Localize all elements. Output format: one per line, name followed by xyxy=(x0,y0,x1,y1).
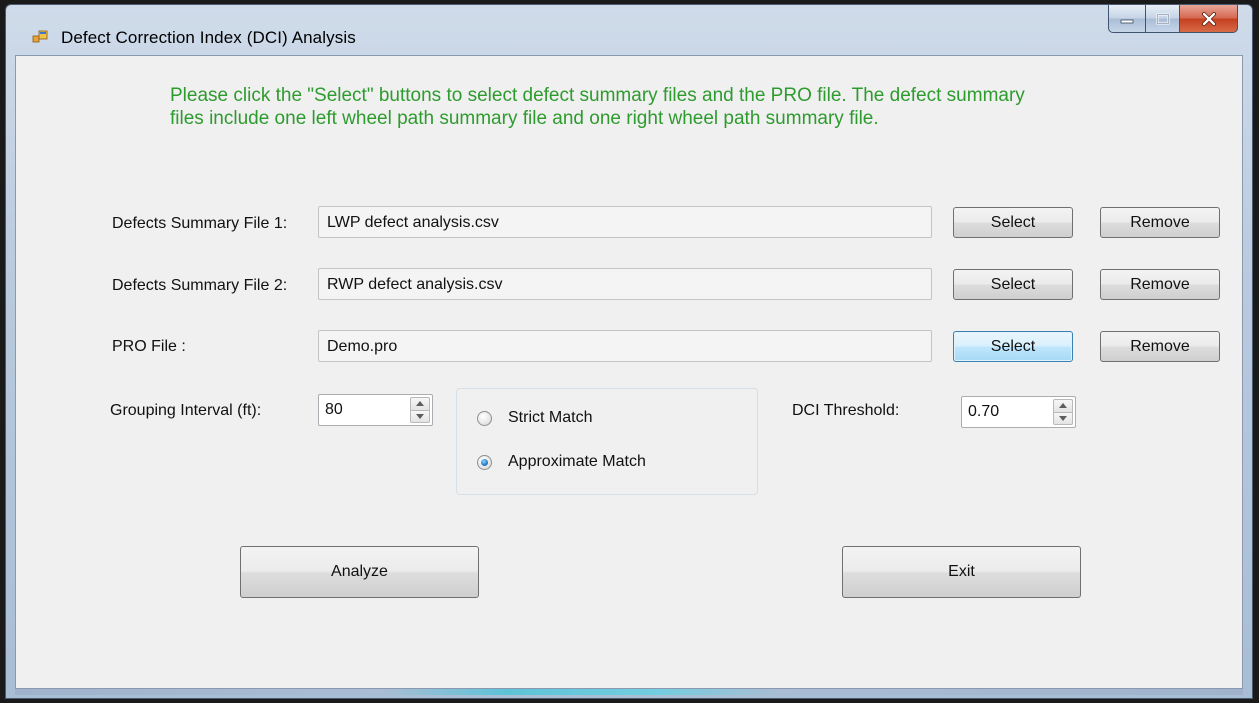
strict-match-label: Strict Match xyxy=(508,409,593,426)
strict-match-radio-circle[interactable] xyxy=(477,410,492,426)
minimize-button[interactable] xyxy=(1108,5,1146,33)
grouping-interval-stepper[interactable]: 80 xyxy=(318,394,433,426)
file2-select-button[interactable]: Select xyxy=(953,269,1073,300)
dialog-window: Defect Correction Index (DCI) Analysis P… xyxy=(5,4,1253,699)
spin-down-icon xyxy=(416,413,424,419)
maximize-icon xyxy=(1156,13,1169,24)
close-button[interactable] xyxy=(1180,5,1238,33)
file2-label: Defects Summary File 2: xyxy=(112,277,288,294)
spin-up-icon xyxy=(416,401,424,407)
file1-label: Defects Summary File 1: xyxy=(112,215,288,232)
dci-threshold-label: DCI Threshold: xyxy=(792,402,900,419)
dci-threshold-up-button[interactable] xyxy=(1053,399,1073,412)
spin-down-icon xyxy=(1059,415,1067,421)
dci-threshold-value: 0.70 xyxy=(968,403,1000,420)
grouping-interval-label: Grouping Interval (ft): xyxy=(110,402,262,419)
grouping-interval-spin-buttons xyxy=(410,397,430,423)
grouping-interval-up-button[interactable] xyxy=(410,397,430,410)
window-controls xyxy=(1108,5,1238,37)
file2-path-field[interactable]: RWP defect analysis.csv xyxy=(318,268,932,300)
title-bar[interactable]: Defect Correction Index (DCI) Analysis xyxy=(6,5,1252,57)
window-bottom-border xyxy=(15,689,1243,695)
exit-button[interactable]: Exit xyxy=(842,546,1081,598)
grouping-interval-down-button[interactable] xyxy=(410,409,430,423)
approximate-match-label: Approximate Match xyxy=(508,453,646,470)
instructions-text: Please click the "Select" buttons to sel… xyxy=(170,85,1025,129)
file1-path-field[interactable]: LWP defect analysis.csv xyxy=(318,206,932,238)
dialog-client-area: Please click the "Select" buttons to sel… xyxy=(15,55,1243,689)
minimize-icon xyxy=(1120,19,1134,23)
approximate-match-radio[interactable]: Approximate Match xyxy=(477,453,646,471)
window-title: Defect Correction Index (DCI) Analysis xyxy=(61,28,356,47)
spin-up-icon xyxy=(1059,403,1067,409)
pro-file-select-button[interactable]: Select xyxy=(953,331,1073,362)
pro-file-remove-button[interactable]: Remove xyxy=(1100,331,1220,362)
file1-remove-button[interactable]: Remove xyxy=(1100,207,1220,238)
file2-remove-button[interactable]: Remove xyxy=(1100,269,1220,300)
maximize-button[interactable] xyxy=(1146,5,1180,33)
approximate-match-radio-circle[interactable] xyxy=(477,454,492,470)
app-icon xyxy=(32,29,48,45)
dci-threshold-stepper[interactable]: 0.70 xyxy=(961,396,1076,428)
strict-match-radio[interactable]: Strict Match xyxy=(477,409,592,427)
dci-threshold-down-button[interactable] xyxy=(1053,411,1073,425)
pro-file-path-field[interactable]: Demo.pro xyxy=(318,330,932,362)
close-icon xyxy=(1201,11,1216,26)
pro-file-label: PRO File : xyxy=(112,338,186,355)
dci-threshold-spin-buttons xyxy=(1053,399,1073,425)
file1-select-button[interactable]: Select xyxy=(953,207,1073,238)
grouping-interval-value: 80 xyxy=(325,401,343,418)
match-mode-group: Strict Match Approximate Match xyxy=(456,388,758,495)
analyze-button[interactable]: Analyze xyxy=(240,546,479,598)
